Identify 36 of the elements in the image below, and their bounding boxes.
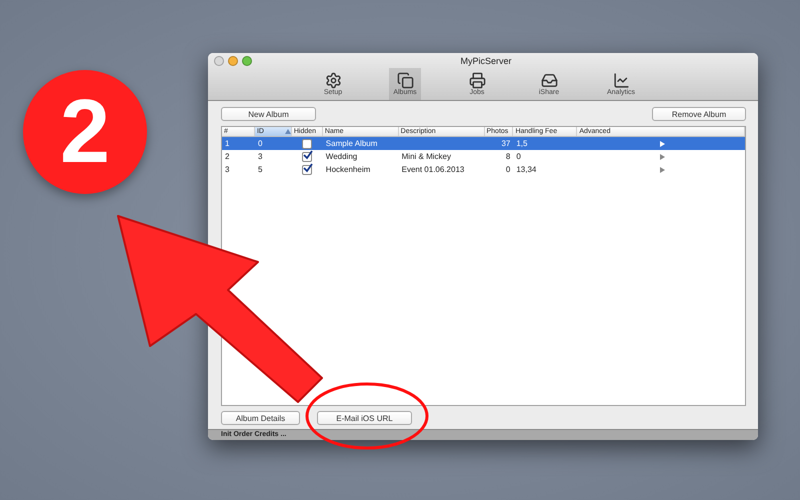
table-cell-text: Wedding (324, 152, 358, 161)
play-icon[interactable] (660, 140, 665, 146)
table-cell-text: 3 (224, 165, 230, 174)
table-cell-text: 0 (515, 152, 522, 161)
table-row[interactable]: 1 0 Sample Album 37 1,5 (222, 137, 745, 150)
table-cell-text: 8 (504, 152, 512, 161)
table-cell-text: 3 (256, 152, 264, 161)
sort-icon (284, 129, 291, 134)
table-cell-text: Sample Album (324, 139, 378, 148)
table-cell-text: 1,5 (515, 139, 528, 148)
table-cell-text: 1 (224, 139, 230, 148)
table-cell-text: 5 (256, 165, 264, 174)
close-icon[interactable] (214, 56, 224, 66)
zoom-icon[interactable] (242, 56, 252, 66)
album-details-button[interactable]: Album Details (221, 411, 300, 425)
table-cell-text: 2 (224, 152, 230, 161)
table-cell-text: 13,34 (515, 165, 538, 174)
play-icon[interactable] (660, 154, 665, 160)
table-cell-text: 37 (500, 139, 512, 148)
table-cell-text: Hockenheim (324, 165, 372, 174)
remove-album-button[interactable]: Remove Album (652, 107, 746, 121)
table-cell-text: 0 (256, 139, 264, 148)
hidden-checkbox[interactable] (302, 152, 312, 162)
step-badge: 2 (23, 70, 147, 194)
table-cell: Mini & Mickey (402, 152, 451, 161)
play-icon[interactable] (660, 166, 665, 172)
minimize-icon[interactable] (228, 56, 238, 66)
hidden-checkbox[interactable] (302, 164, 312, 174)
setup-icon (324, 72, 342, 89)
email-ios-url-button[interactable]: E-Mail iOS URL (317, 411, 412, 425)
analytics-icon (612, 72, 630, 89)
hidden-checkbox[interactable] (302, 138, 312, 148)
window-title: MyPicServer (460, 56, 512, 66)
table-cell: Event 01.06.2013 (402, 165, 464, 174)
table-cell-text: 0 (504, 165, 512, 174)
new-album-button[interactable]: New Album (221, 107, 316, 121)
